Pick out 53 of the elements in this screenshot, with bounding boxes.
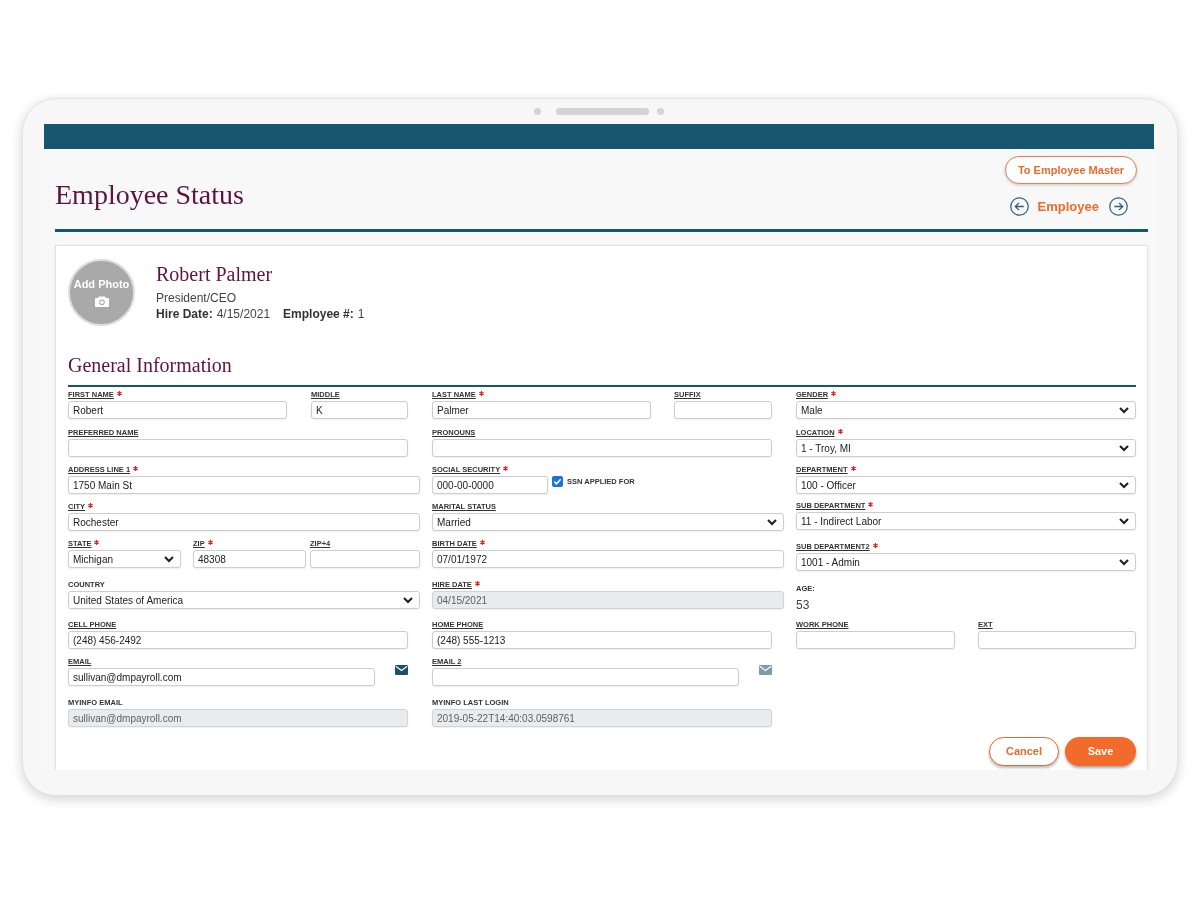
text-field[interactable] xyxy=(432,439,772,457)
text-field[interactable]: Rochester xyxy=(68,513,420,531)
text-field[interactable] xyxy=(674,401,772,419)
circle-arrow-right-icon[interactable] xyxy=(1109,197,1128,216)
envelope-icon[interactable] xyxy=(395,665,408,675)
text-field[interactable]: 000-00-0000 xyxy=(432,476,548,494)
speaker-slot-icon xyxy=(556,108,649,115)
chevron-down-icon xyxy=(164,555,174,563)
dropdown[interactable]: 100 - Officer xyxy=(796,476,1136,494)
text-field[interactable]: 48308 xyxy=(193,550,306,568)
text-field[interactable]: (248) 555-1213 xyxy=(432,631,772,649)
text-field[interactable] xyxy=(432,668,739,686)
chevron-down-icon xyxy=(767,518,777,526)
page-title: Employee Status xyxy=(55,180,244,210)
section-title: General Information xyxy=(68,353,232,377)
detail-value: 4/15/2021 xyxy=(216,306,271,322)
text-field[interactable]: Palmer xyxy=(432,401,651,419)
text-field: 04/15/2021 xyxy=(432,591,784,609)
text-field[interactable] xyxy=(796,631,955,649)
chevron-down-icon xyxy=(1119,481,1129,489)
dropdown[interactable]: Married xyxy=(432,513,784,531)
record-type-label: Employee xyxy=(1037,197,1099,216)
detail-label: Hire Date: xyxy=(156,306,213,322)
text-field[interactable]: (248) 456-2492 xyxy=(68,631,408,649)
dropdown[interactable]: Michigan xyxy=(68,550,181,568)
text-field: 2019-05-22T14:40:03.0598761 xyxy=(432,709,772,727)
dropdown[interactable]: United States of America xyxy=(68,591,420,609)
job-title: President/CEO xyxy=(156,290,237,306)
text-field[interactable] xyxy=(978,631,1136,649)
text-field[interactable]: Robert xyxy=(68,401,287,419)
dropdown[interactable]: 11 - Indirect Labor xyxy=(796,512,1136,530)
text-field[interactable] xyxy=(68,439,408,457)
text-field: sullivan@dmpayroll.com xyxy=(68,709,408,727)
circle-arrow-left-icon[interactable] xyxy=(1009,197,1029,216)
chevron-down-icon xyxy=(403,596,413,604)
chevron-down-icon xyxy=(1119,558,1129,566)
detail-label: Employee #: xyxy=(283,306,354,322)
field-value: 53 xyxy=(796,597,810,613)
chevron-down-icon xyxy=(1119,406,1129,414)
text-field[interactable]: 1750 Main St xyxy=(68,476,420,494)
employee-name: Robert Palmer xyxy=(156,262,273,286)
detail-value: 1 xyxy=(357,306,365,322)
camera-icon xyxy=(94,295,109,307)
dropdown[interactable]: 1001 - Admin xyxy=(796,553,1136,571)
dropdown[interactable]: 1 - Troy, MI xyxy=(796,439,1136,457)
text-field[interactable]: K xyxy=(311,401,408,419)
dropdown[interactable]: Male xyxy=(796,401,1136,419)
text-field[interactable]: sullivan@dmpayroll.com xyxy=(68,668,375,686)
chevron-down-icon xyxy=(1119,517,1129,525)
text-field[interactable]: 07/01/1972 xyxy=(432,550,784,568)
text-field[interactable] xyxy=(310,550,420,568)
chevron-down-icon xyxy=(1119,444,1129,452)
checkbox[interactable] xyxy=(552,476,563,487)
